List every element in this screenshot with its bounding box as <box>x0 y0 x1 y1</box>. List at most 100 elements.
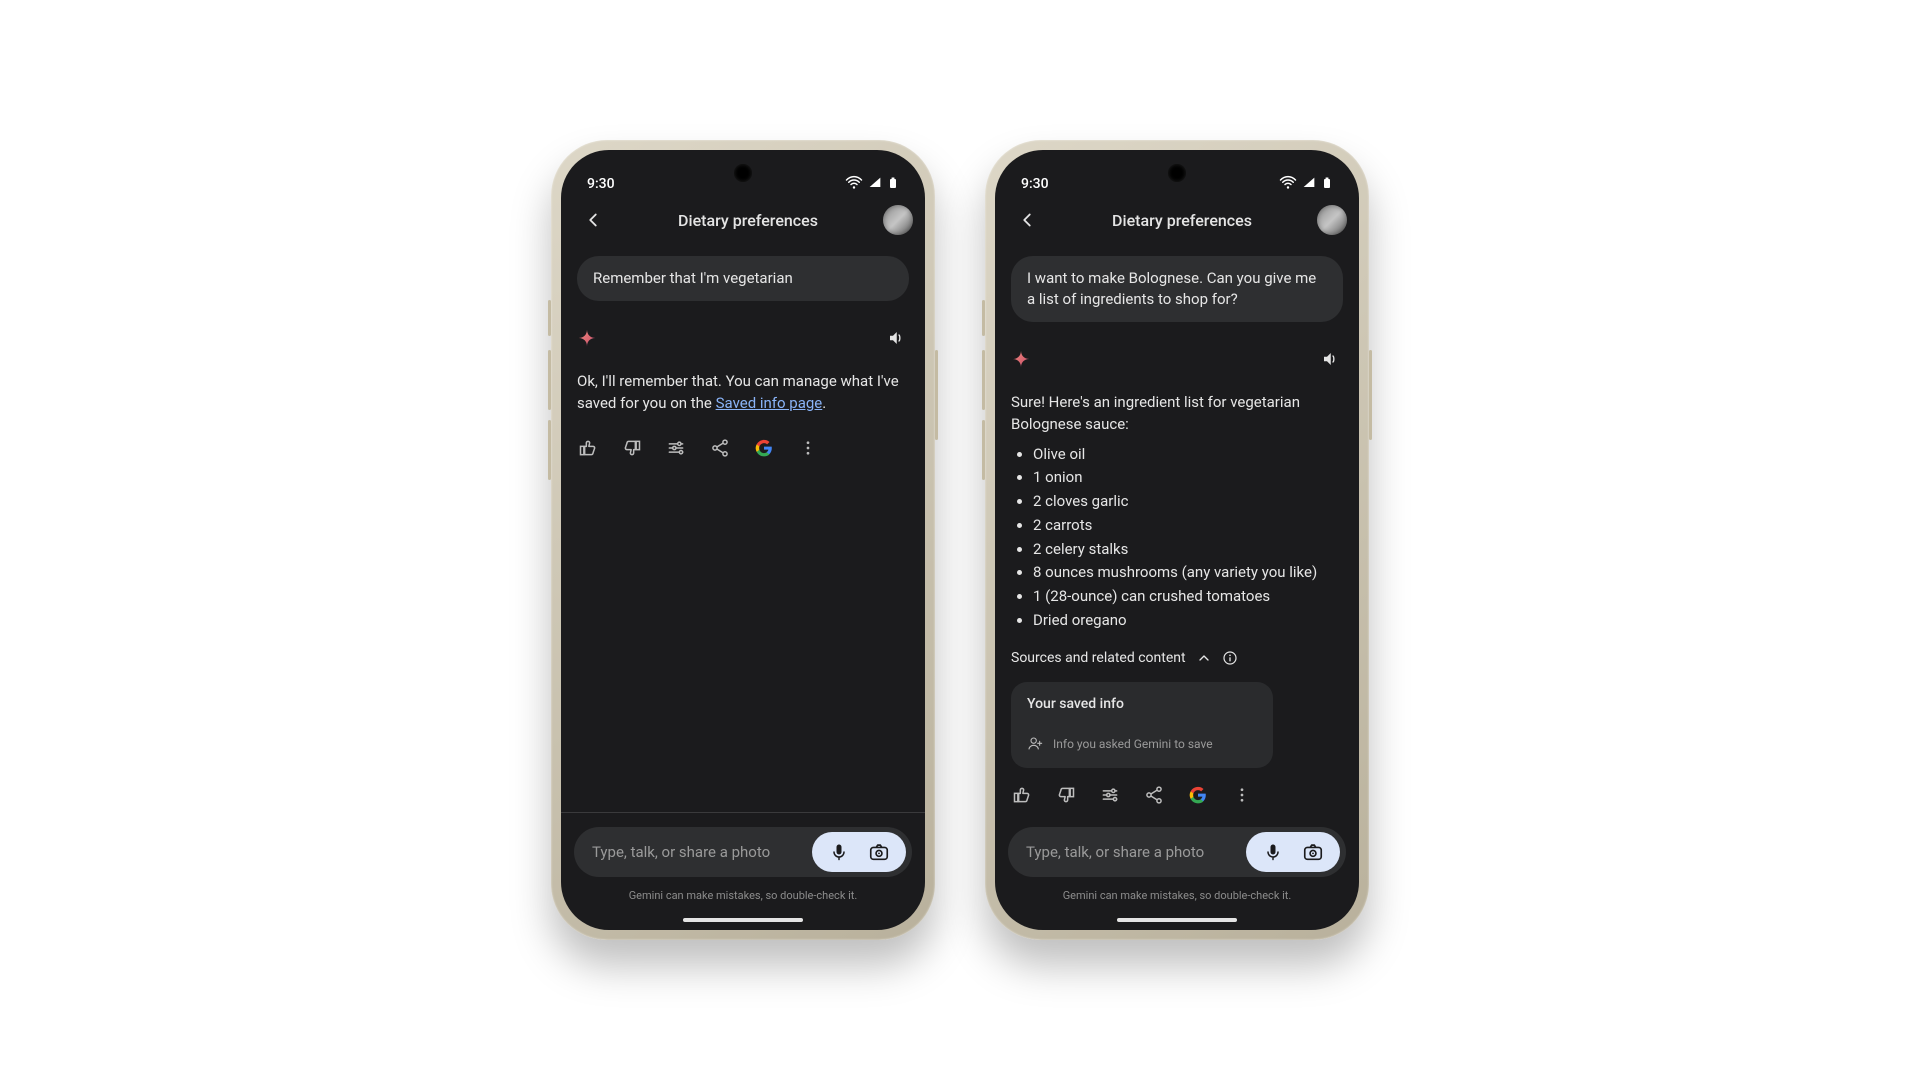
ingredient-item: 2 cloves garlic <box>1033 491 1343 513</box>
ingredient-item: 2 celery stalks <box>1033 539 1343 561</box>
sources-toggle[interactable]: Sources and related content <box>1011 650 1343 666</box>
side-button <box>548 300 551 336</box>
read-aloud-button[interactable] <box>883 325 909 351</box>
more-vert-icon <box>799 439 817 457</box>
assistant-reply: Ok, I'll remember that. You can manage w… <box>577 371 909 415</box>
page-title: Dietary preferences <box>1047 211 1317 230</box>
volume-icon <box>1321 350 1339 368</box>
thumbs-down-button[interactable] <box>621 437 643 459</box>
gemini-spark-icon <box>577 328 597 348</box>
assistant-reply-header <box>1011 346 1343 372</box>
more-button[interactable] <box>797 437 819 459</box>
saved-card-subtitle-row: Info you asked Gemini to save <box>1027 736 1257 752</box>
google-it-button[interactable] <box>1187 784 1209 806</box>
power-button <box>1369 350 1372 440</box>
side-button <box>982 300 985 336</box>
person-add-icon <box>1027 736 1043 752</box>
mic-button[interactable] <box>828 841 850 863</box>
mic-icon <box>829 842 849 862</box>
saved-info-card[interactable]: Your saved info Info you asked Gemini to… <box>1011 682 1273 768</box>
ingredient-item: 2 carrots <box>1033 515 1343 537</box>
response-toolbar <box>577 437 909 459</box>
volume-up <box>982 350 985 410</box>
google-it-button[interactable] <box>753 437 775 459</box>
back-button[interactable] <box>1007 200 1047 240</box>
camera-button[interactable] <box>1302 841 1324 863</box>
more-vert-icon <box>1233 786 1251 804</box>
user-message: I want to make Bolognese. Can you give m… <box>1011 256 1343 322</box>
saved-card-title: Your saved info <box>1027 696 1257 712</box>
volume-icon <box>887 329 905 347</box>
thumbs-up-button[interactable] <box>1011 784 1033 806</box>
signal-icon <box>1301 175 1317 191</box>
more-button[interactable] <box>1231 784 1253 806</box>
back-button[interactable] <box>573 200 613 240</box>
voice-photo-pill <box>1246 832 1340 872</box>
ingredient-item: Dried oregano <box>1033 610 1343 632</box>
ingredient-item: 8 ounces mushrooms (any variety you like… <box>1033 562 1343 584</box>
saved-info-link[interactable]: Saved info page <box>716 394 823 412</box>
disclaimer: Gemini can make mistakes, so double-chec… <box>1063 889 1292 902</box>
share-icon <box>710 438 730 458</box>
composer: Type, talk, or share a photo Gemini can … <box>995 827 1359 902</box>
tune-button[interactable] <box>665 437 687 459</box>
volume-down <box>982 420 985 480</box>
camera-icon <box>868 841 890 863</box>
profile-avatar[interactable] <box>1317 205 1347 235</box>
battery-icon <box>1321 174 1333 192</box>
sources-label: Sources and related content <box>1011 650 1186 666</box>
volume-up <box>548 350 551 410</box>
tune-button[interactable] <box>1099 784 1121 806</box>
camera-button[interactable] <box>868 841 890 863</box>
reply-intro: Sure! Here's an ingredient list for vege… <box>1011 393 1300 433</box>
power-button <box>935 350 938 440</box>
google-logo-icon <box>1188 785 1208 805</box>
signal-icon <box>867 175 883 191</box>
home-indicator[interactable] <box>683 918 803 922</box>
back-icon <box>582 209 604 231</box>
composer: Type, talk, or share a photo Gemini can … <box>561 812 925 902</box>
input-bar[interactable]: Type, talk, or share a photo <box>1008 827 1346 877</box>
mic-icon <box>1263 842 1283 862</box>
ingredient-item: 1 (28-ounce) can crushed tomatoes <box>1033 586 1343 608</box>
home-indicator[interactable] <box>1117 918 1237 922</box>
assistant-reply-header <box>577 325 909 351</box>
app-header: Dietary preferences <box>995 192 1359 248</box>
input-placeholder: Type, talk, or share a photo <box>592 843 812 861</box>
saved-card-subtitle: Info you asked Gemini to save <box>1053 737 1213 751</box>
reply-post: . <box>822 394 826 412</box>
status-icons <box>1279 174 1333 192</box>
thumbs-down-button[interactable] <box>1055 784 1077 806</box>
thumbs-down-icon <box>1056 785 1076 805</box>
thumbs-up-button[interactable] <box>577 437 599 459</box>
profile-avatar[interactable] <box>883 205 913 235</box>
mic-button[interactable] <box>1262 841 1284 863</box>
share-button[interactable] <box>1143 784 1165 806</box>
app-header: Dietary preferences <box>561 192 925 248</box>
response-toolbar <box>1011 784 1343 806</box>
phone-right: 9:30 Dietary preferences I want to make … <box>985 140 1369 940</box>
camera-cutout <box>734 164 752 182</box>
share-button[interactable] <box>709 437 731 459</box>
back-icon <box>1016 209 1038 231</box>
status-icons <box>845 174 899 192</box>
wifi-icon <box>845 174 863 192</box>
input-placeholder: Type, talk, or share a photo <box>1026 843 1246 861</box>
voice-photo-pill <box>812 832 906 872</box>
screen: 9:30 Dietary preferences Remember that I… <box>561 150 925 930</box>
input-bar[interactable]: Type, talk, or share a photo <box>574 827 912 877</box>
thumbs-up-icon <box>578 438 598 458</box>
thumbs-up-icon <box>1012 785 1032 805</box>
status-time: 9:30 <box>587 176 615 192</box>
chevron-up-icon <box>1196 650 1212 666</box>
status-time: 9:30 <box>1021 176 1049 192</box>
divider <box>561 812 925 813</box>
assistant-reply: Sure! Here's an ingredient list for vege… <box>1011 392 1343 632</box>
phone-left: 9:30 Dietary preferences Remember that I… <box>551 140 935 940</box>
read-aloud-button[interactable] <box>1317 346 1343 372</box>
disclaimer: Gemini can make mistakes, so double-chec… <box>629 889 858 902</box>
wifi-icon <box>1279 174 1297 192</box>
camera-cutout <box>1168 164 1186 182</box>
volume-down <box>548 420 551 480</box>
gemini-spark-icon <box>1011 349 1031 369</box>
